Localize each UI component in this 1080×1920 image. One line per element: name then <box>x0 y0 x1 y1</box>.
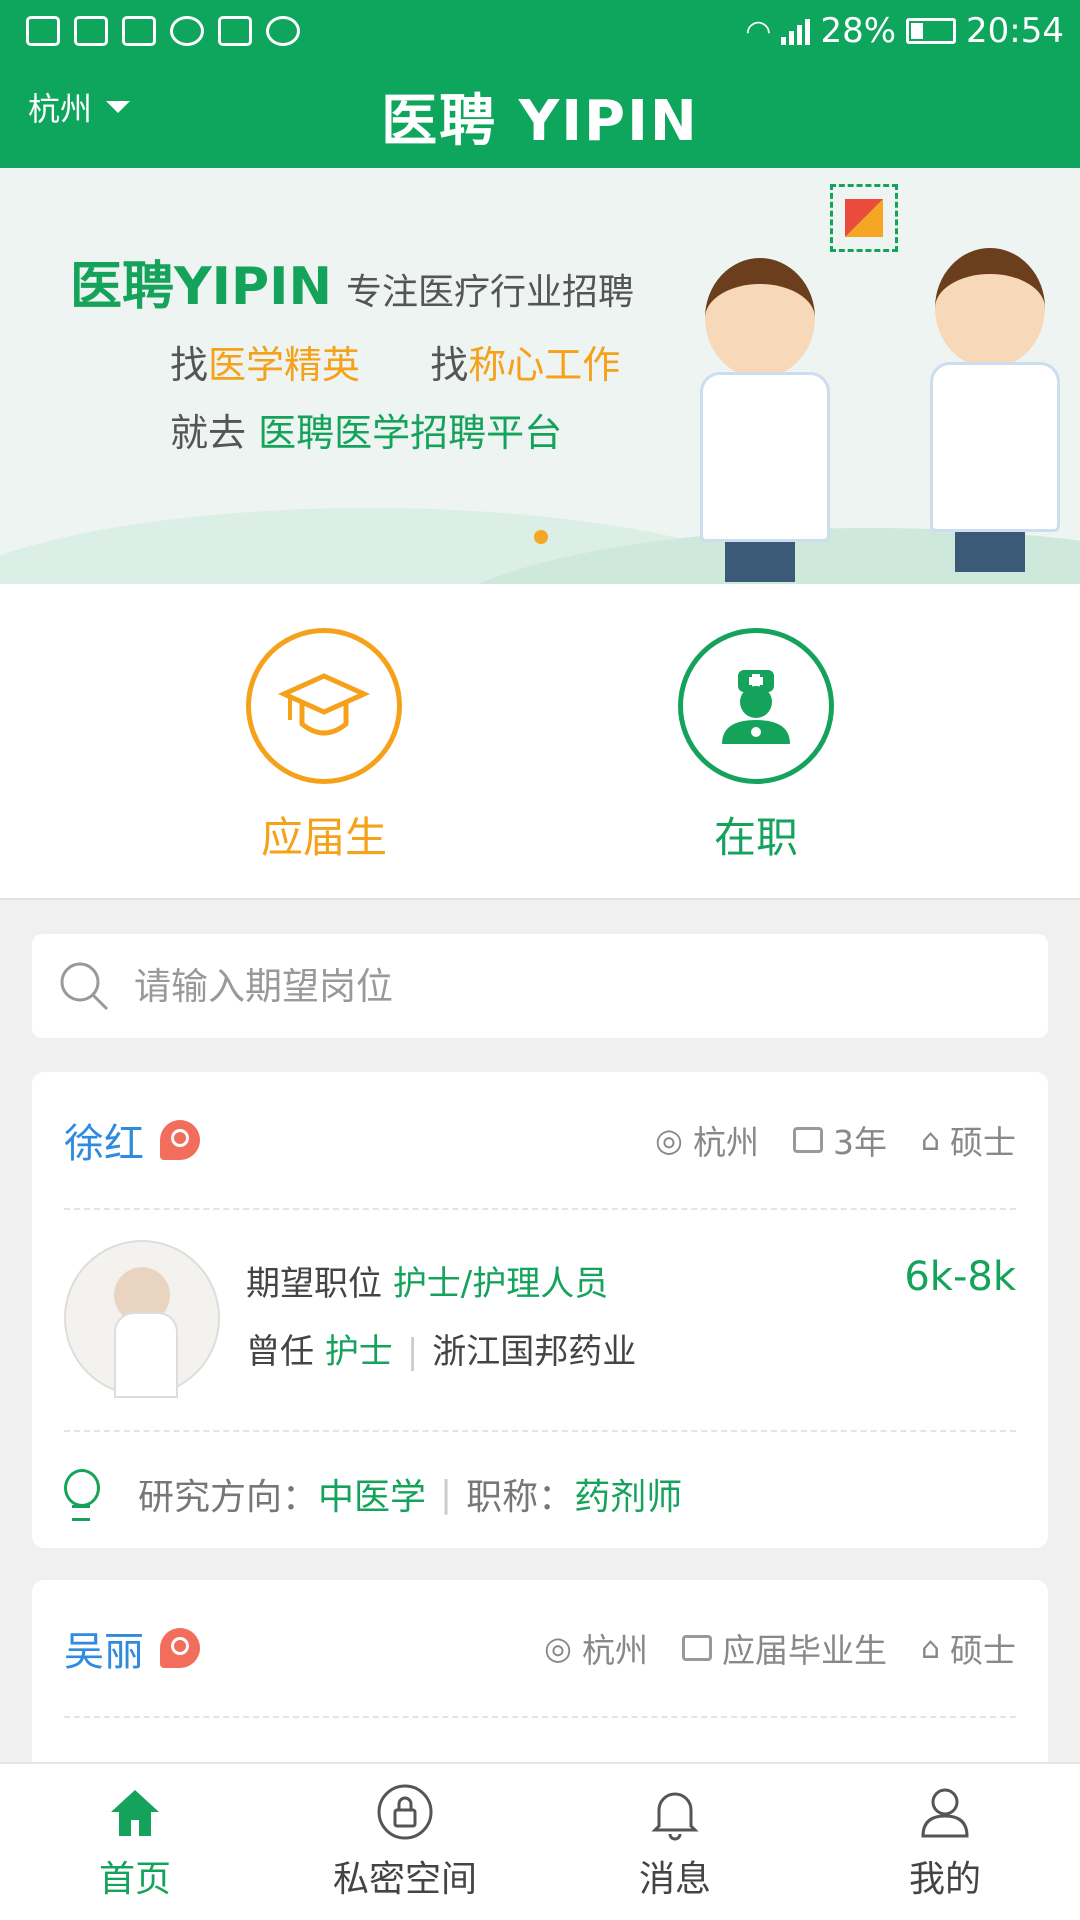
candidate-name: 徐红 <box>64 1121 144 1167</box>
carousel-indicator[interactable] <box>534 530 548 544</box>
candidate-experience: 3年 <box>832 1123 887 1162</box>
more-icon <box>266 16 300 46</box>
degree-icon: ⌂ <box>920 1122 940 1158</box>
image-icon <box>74 16 108 46</box>
banner-logo: 医聘YIPIN <box>70 257 332 317</box>
candidate-header: 吴丽 ◎ 杭州 应届毕业生 ⌂ 硕士 <box>32 1580 1048 1716</box>
candidate-header: 徐红 ◎ 杭州 3年 ⌂ 硕士 <box>32 1072 1048 1208</box>
candidate-experience: 应届毕业生 <box>721 1631 887 1670</box>
nav-label: 消息 <box>638 1859 711 1900</box>
banner-line-2: 就去 医聘医学招聘平台 <box>170 411 563 455</box>
lock-icon <box>377 1784 433 1840</box>
signal-icon <box>781 17 811 45</box>
wifi-icon: ◠ <box>745 13 772 49</box>
former-position: 曾任 护士 | 浙江国邦药业 <box>246 1332 637 1372</box>
category-section: 应届生 在职 <box>0 584 1080 900</box>
nav-item-home[interactable]: 首页 <box>0 1764 270 1920</box>
female-icon <box>160 1628 200 1668</box>
nav-item-messages[interactable]: 消息 <box>540 1764 810 1920</box>
briefcase-icon <box>792 1127 823 1153</box>
clock: 20:54 <box>966 11 1064 51</box>
logo-frame-icon <box>830 184 898 252</box>
category-label: 在职 <box>713 813 798 862</box>
divider <box>64 1716 1016 1718</box>
app-logo: 医聘 YIPIN <box>381 89 699 154</box>
nav-item-mine[interactable]: 我的 <box>810 1764 1080 1920</box>
candidate-research: 研究方向： 中医学 | 职称： 药剂师 <box>64 1444 1016 1544</box>
search-icon <box>60 962 109 1011</box>
nav-label: 首页 <box>98 1859 171 1900</box>
graduation-cap-icon <box>246 628 402 784</box>
banner-slogan: 专注医疗行业招聘 <box>345 272 634 313</box>
candidate-body: 期望职位 护士/护理人员 6k-8k 曾任 护士 | 浙江国邦药业 <box>64 1240 1016 1398</box>
location-icon: ◎ <box>655 1121 683 1159</box>
lightbulb-icon <box>64 1469 100 1521</box>
candidate-degree: 硕士 <box>950 1123 1016 1162</box>
category-employed[interactable]: 在职 <box>636 628 876 865</box>
grid-icon <box>218 16 252 46</box>
degree-icon: ⌂ <box>920 1630 940 1666</box>
nav-label: 我的 <box>908 1859 981 1900</box>
divider <box>64 1430 1016 1432</box>
banner-brand: 医聘YIPIN 专注医疗行业招聘 <box>70 244 634 319</box>
candidate-degree: 硕士 <box>950 1631 1016 1670</box>
status-bar: ◠ 28% 20:54 <box>0 0 1080 62</box>
battery-icon <box>906 18 957 44</box>
category-label: 应届生 <box>260 813 387 862</box>
doctor-icon <box>678 628 834 784</box>
avatar <box>64 1240 220 1398</box>
app-header: 杭州 医聘 YIPIN <box>0 62 1080 168</box>
salary: 6k-8k <box>904 1254 1016 1300</box>
nav-label: 私密空间 <box>332 1859 477 1900</box>
divider <box>64 1208 1016 1210</box>
doctor-illustration-male <box>930 248 1060 572</box>
candidate-card[interactable]: 吴丽 ◎ 杭州 应届毕业生 ⌂ 硕士 <box>32 1580 1048 1780</box>
category-graduate[interactable]: 应届生 <box>204 628 444 865</box>
top-bar: ◠ 28% 20:54 杭州 医聘 YIPIN <box>0 0 1080 168</box>
message-icon <box>26 16 60 46</box>
candidate-card[interactable]: 徐红 ◎ 杭州 3年 ⌂ 硕士 期望职位 护士/护理人员 6k-8k 曾任 护士 | 浙… <box>32 1072 1048 1548</box>
briefcase-icon <box>681 1635 712 1661</box>
app-icon <box>122 16 156 46</box>
notification-icons <box>26 16 300 46</box>
user-icon <box>921 1788 969 1838</box>
doctor-illustration-female <box>700 258 830 582</box>
candidate-name: 吴丽 <box>64 1629 144 1675</box>
expected-position: 期望职位 护士/护理人员 <box>246 1264 609 1304</box>
battery-percent: 28% <box>820 11 897 51</box>
location-icon: ◎ <box>544 1629 572 1667</box>
bell-icon <box>651 1792 699 1841</box>
nav-item-private-space[interactable]: 私密空间 <box>270 1764 540 1920</box>
bottom-nav: 首页 私密空间 消息 我的 <box>0 1762 1080 1920</box>
candidate-city: 杭州 <box>692 1123 759 1162</box>
female-icon <box>160 1120 200 1160</box>
banner-line-1: 找医学精英 找称心工作 <box>170 343 621 387</box>
search-input[interactable] <box>134 964 934 1008</box>
search-box[interactable] <box>32 934 1048 1038</box>
home-icon <box>111 1790 159 1836</box>
promo-banner[interactable]: 医聘YIPIN 专注医疗行业招聘 找医学精英 找称心工作 就去 医聘医学招聘平台 <box>0 168 1080 584</box>
speed-icon <box>170 16 204 46</box>
candidate-city: 杭州 <box>581 1631 648 1670</box>
